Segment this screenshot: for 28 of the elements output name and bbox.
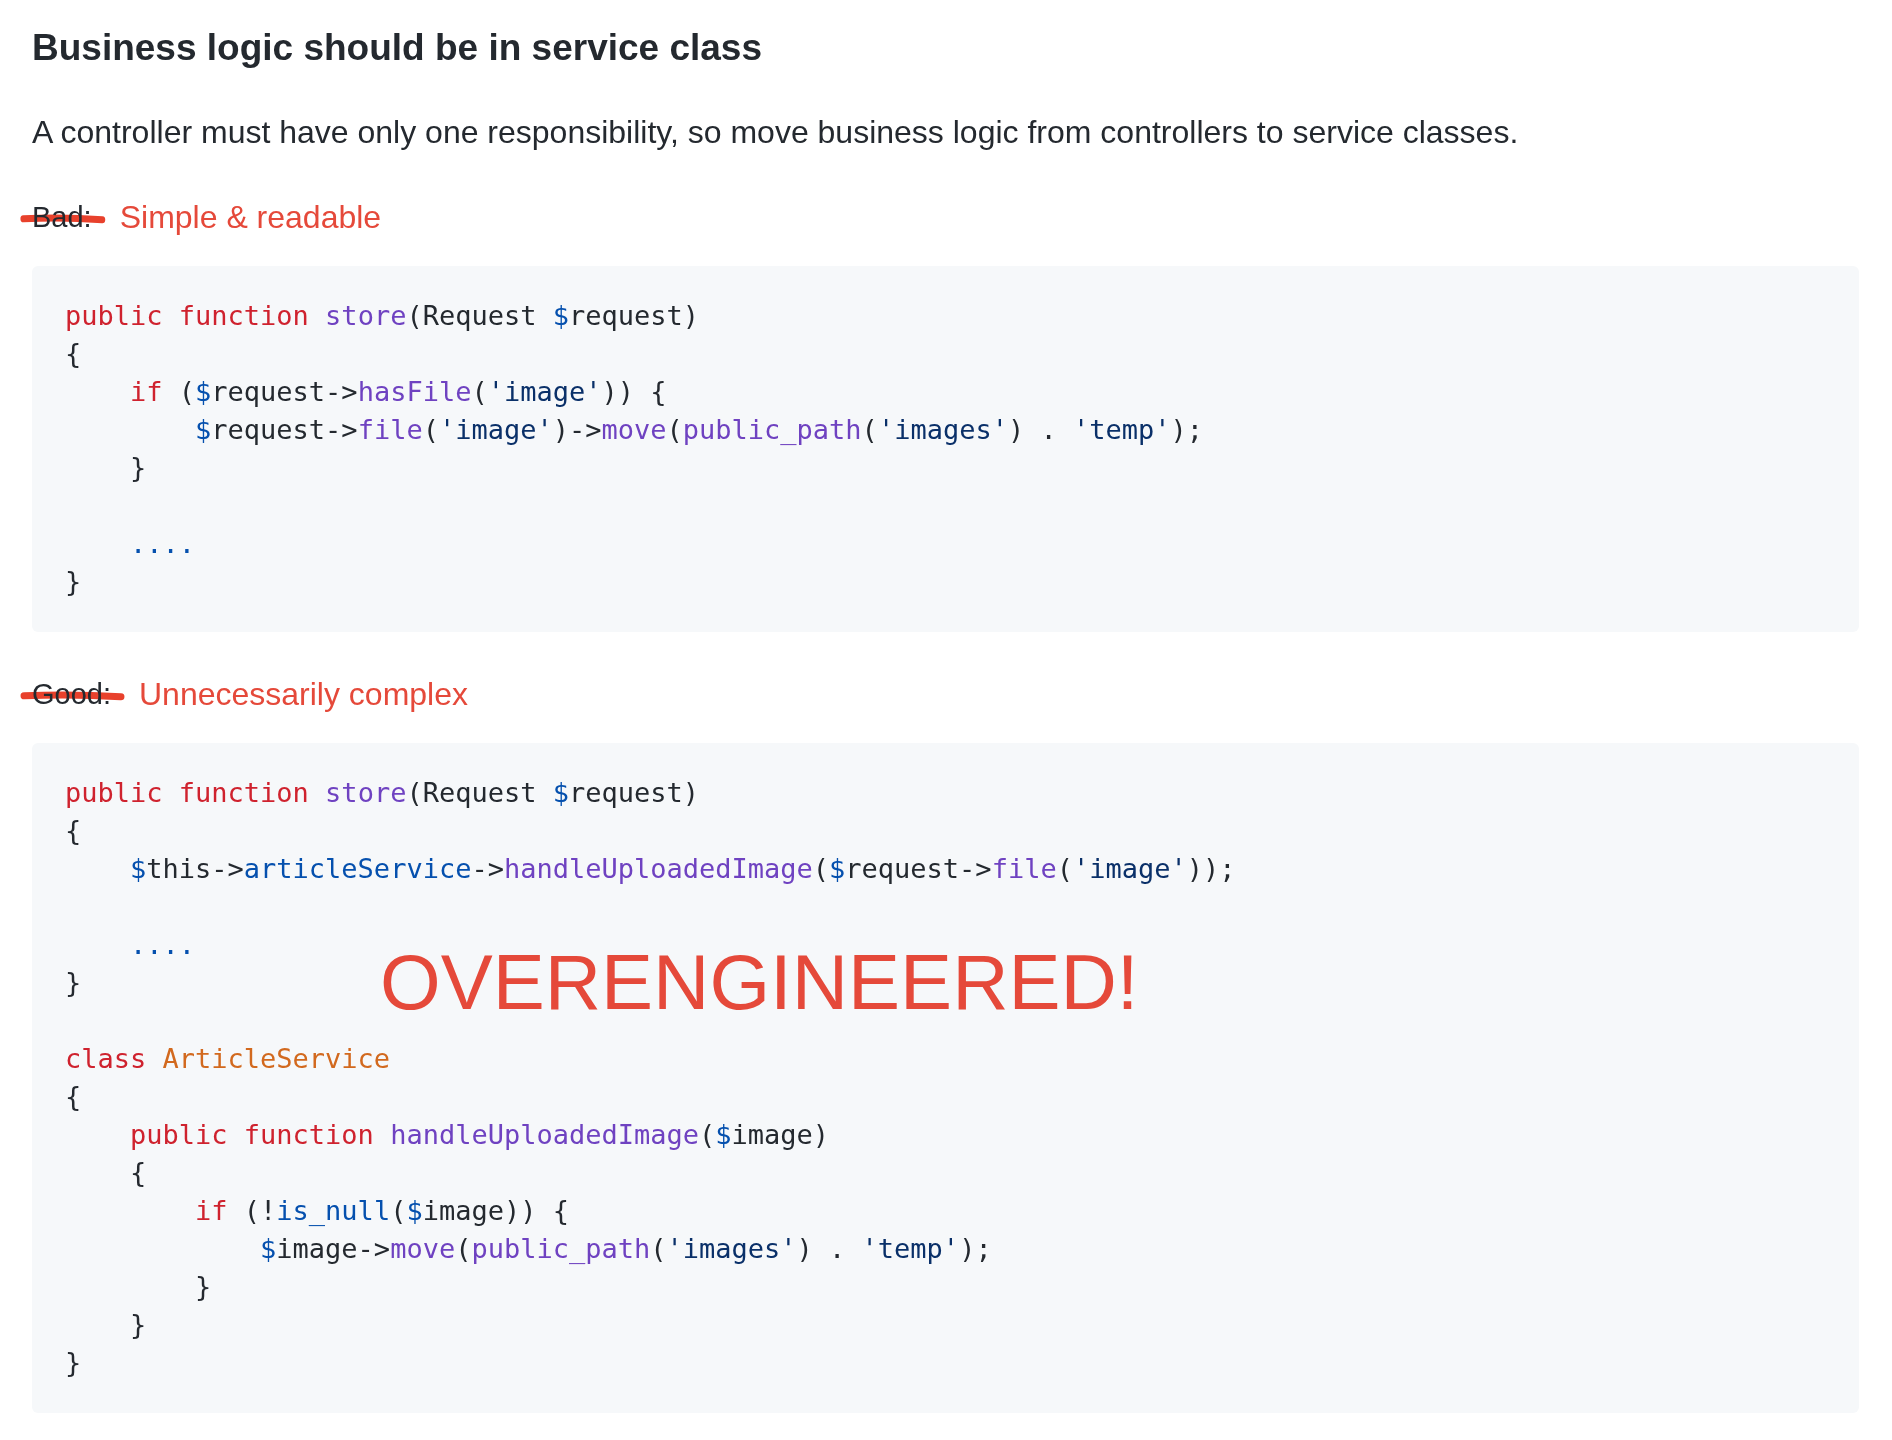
code-line: $request->file('image')->move(public_path('images') . 'temp'); <box>194 412 1203 447</box>
code-line: } <box>65 564 82 599</box>
annotation-note: Unnecessarily complex <box>139 675 468 713</box>
code-line: class ArticleService <box>65 1041 391 1076</box>
code-line: { <box>129 1155 147 1190</box>
section-label: Bad: <box>32 200 92 233</box>
intro-paragraph: A controller must have only one responsibility, so move business logic from controllers to service classes. <box>32 113 1520 153</box>
code-line: } <box>65 1345 82 1380</box>
code-line: } <box>129 450 147 485</box>
code-line: $this->articleService->handleUploadedImage($request->file('image')); <box>129 851 1236 886</box>
code-line: .... <box>129 927 196 962</box>
code-line: } <box>129 1307 147 1342</box>
code-line: if (!is_null($image)) { <box>194 1193 569 1228</box>
overlay-annotation: OVERENGINEERED! <box>380 942 1139 1021</box>
section-label: Good: <box>32 677 111 710</box>
code-line: } <box>65 965 82 1000</box>
code-line: } <box>194 1269 212 1304</box>
code-line: public function handleUploadedImage($image) <box>129 1117 830 1152</box>
code-line: .... <box>129 526 196 561</box>
section-heading: Business logic should be in service class <box>32 26 763 70</box>
code-line: { <box>65 813 82 848</box>
code-line: $image->move(public_path('images') . 'temp'); <box>259 1231 992 1266</box>
annotation-note: Simple & readable <box>119 198 382 236</box>
code-line: { <box>65 336 82 371</box>
code-line: public function store(Request $request) <box>65 775 700 810</box>
code-line: public function store(Request $request) <box>65 298 700 333</box>
code-line: if ($request->hasFile('image')) { <box>129 374 667 409</box>
code-line: { <box>65 1079 82 1114</box>
